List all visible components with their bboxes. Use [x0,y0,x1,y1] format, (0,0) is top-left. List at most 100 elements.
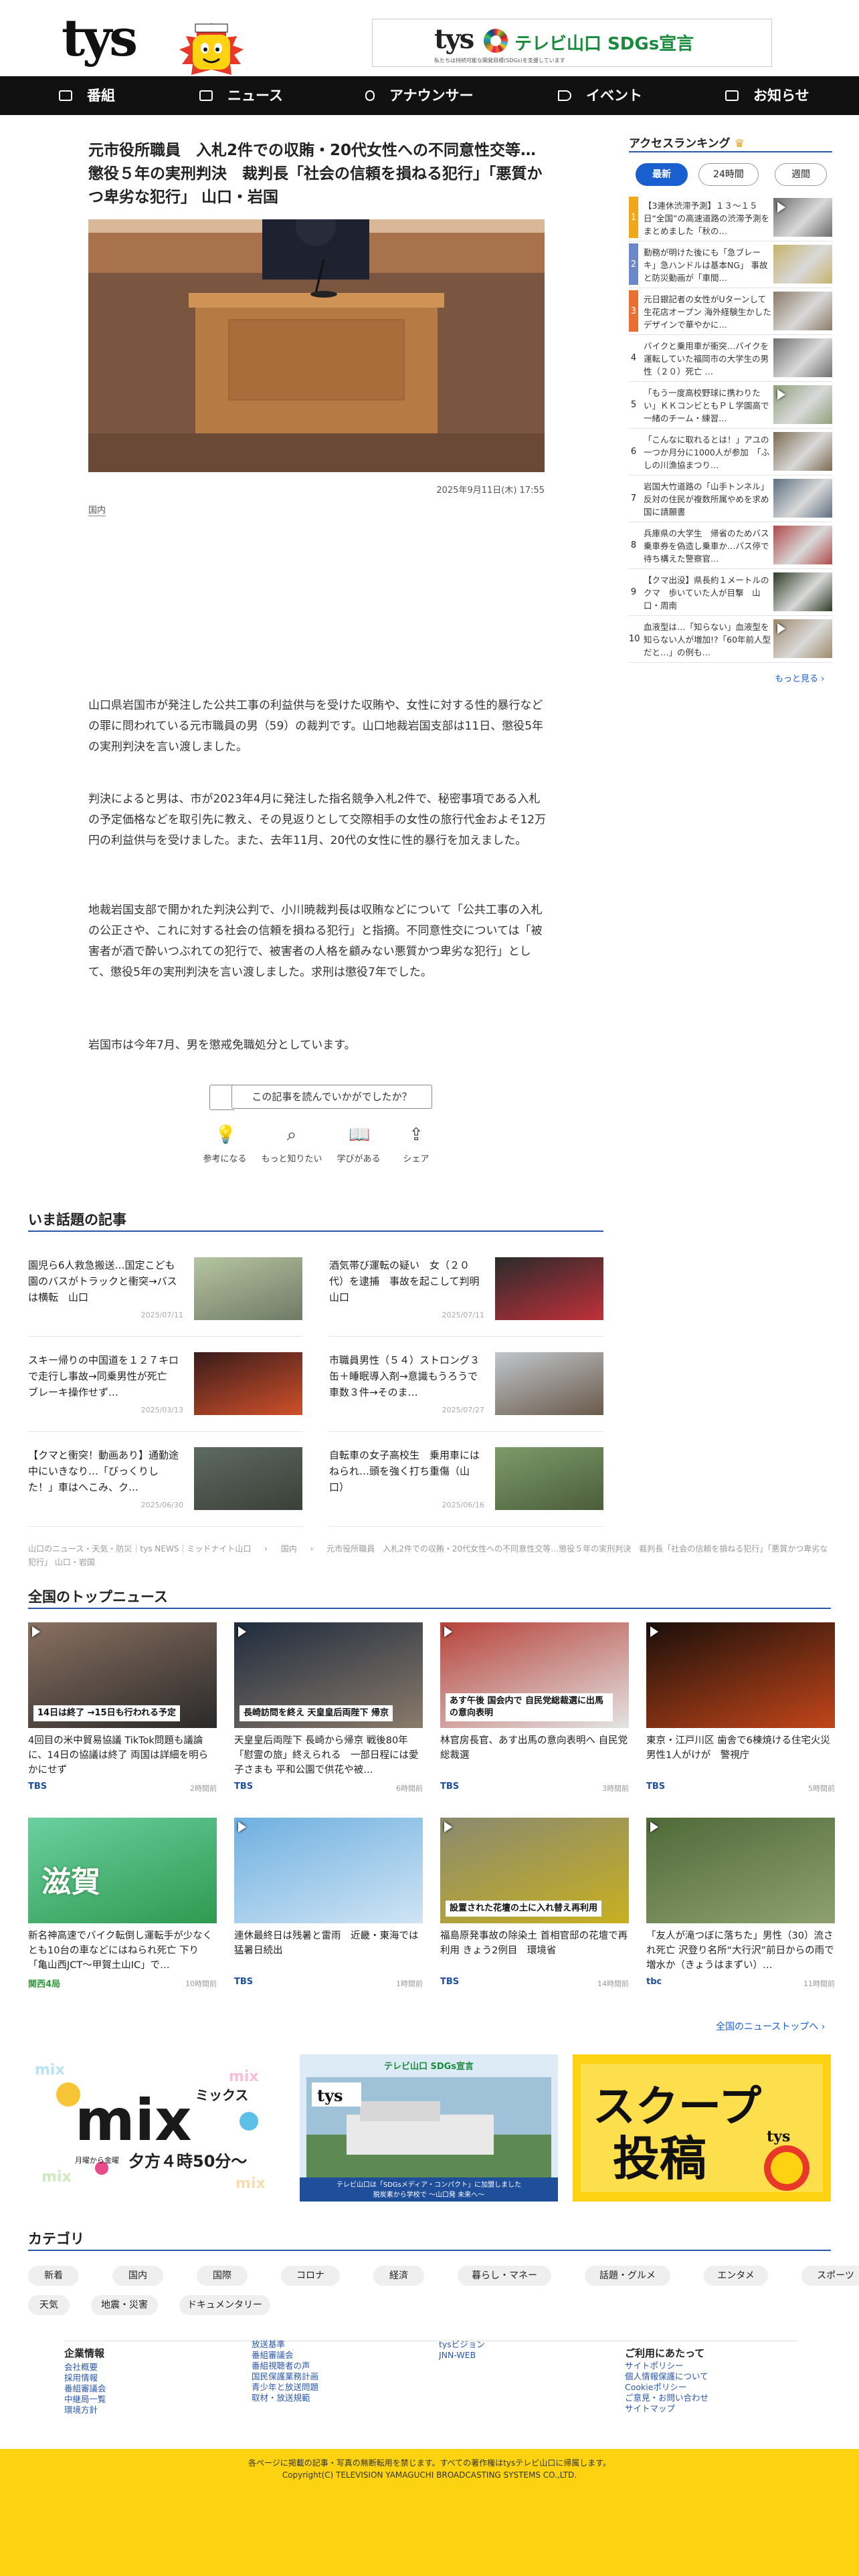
top-news-time: 6時間前 [396,1784,423,1793]
ranking-separator [629,334,832,335]
footer-link[interactable]: サイトポリシー [625,2361,684,2371]
hot-article-date: 2025/03/13 [140,1406,183,1414]
top-news-card[interactable]: 連休最終日は残暑と雷雨 近畿・東海では猛暑日続出 TBS 1時間前 [234,1818,423,2018]
top-news-card[interactable]: 長崎訪問を終え 天皇皇后両陛下 帰京 天皇皇后両陛下 長崎から帰京 戦後80年「慰… [234,1622,423,1823]
ranking-item[interactable]: 5 「もう一度高校野球に携わりたい」ＫＫコンビともＰＬ学園高で一緒のチーム・練習… [629,384,832,429]
ranking-item[interactable]: 7 岩国大竹道路の「山手トンネル」反対の住民が複数所属やめを求め国に請願書 [629,477,832,522]
footer-link[interactable]: サイトマップ [625,2403,675,2414]
footer-link[interactable]: 中継局一覧 [64,2394,106,2405]
category-chip[interactable]: エンタメ [704,2266,768,2286]
nav-item-announcers[interactable]: アナウンサー [365,76,474,115]
footer-link[interactable]: 採用情報 [64,2373,98,2383]
banner-sdgs[interactable]: テレビ山口 SDGs宣言 tys テレビ山口は「SDGsメディア・コンパクト」に… [300,2054,558,2202]
category-chip[interactable]: 話題・グルメ [585,2266,670,2286]
hot-article[interactable]: スキー帰りの中国道を１２７キロで走行し事故→同乗男性が死亡 ブレーキ操作せず… 2… [28,1352,302,1432]
top-news-source: TBS [440,1782,460,1792]
category-tag[interactable]: 国内 [88,503,106,516]
footer-link[interactable]: JNN-WEB [439,2350,476,2361]
ranking-item[interactable]: 2 勤務が明けた後にも「急ブレーキ」急ハンドルは基本NG」 事故と防災動画が「車間… [629,243,832,288]
category-chip[interactable]: 国際 [197,2266,248,2286]
top-news-more-link[interactable]: 全国のニューストップへ › [716,2020,825,2033]
top-news-card[interactable]: 14日は終了 →15日も行われる予定 4回目の米中貿易協議 TikTok問題も議論… [28,1622,217,1823]
mascot-lion-icon[interactable] [170,23,253,78]
hot-article-thumbnail [495,1257,603,1320]
ranking-number: 10 [629,634,640,644]
banner-mix[interactable]: mix mix mix mix mix ミックス 月曜から金曜 夕方４時50分～ [28,2054,286,2202]
nav-item-events[interactable]: イベント [558,76,642,115]
feedback-helpful-button[interactable]: 💡 参考になる [191,1125,258,1164]
ranking-thumbnail [773,572,832,611]
footer-link[interactable]: 環境方針 [64,2405,98,2416]
top-news-source: 関西4局 [28,1979,61,1990]
footer-notice: 各ページに掲載の記事・写真の無断転用を禁じます。すべての著作権はtysテレビ山口… [248,2458,611,2468]
ranking-tab-24h[interactable]: 24時間 [698,163,759,186]
footer-link[interactable]: 放送基準 [252,2339,285,2350]
feedback-label: シェア [403,1154,430,1164]
top-news-card[interactable]: 滋賀 新名神高速でバイク転倒し運転手が少なくとも10台の車などにはねられ死亡 下り… [28,1818,217,2018]
category-chip[interactable]: スポーツ [801,2266,859,2286]
category-chip[interactable]: 地震・災害 [91,2295,158,2315]
lightbulb-icon: 💡 [215,1125,237,1145]
article-paragraph: 判決によると男は、市が2023年4月に発注した指名競争入札2件で、秘密事項である… [88,792,547,847]
footer-link[interactable]: Cookieポリシー [625,2382,686,2393]
breadcrumb-category[interactable]: 国内 [281,1544,297,1553]
sdgs-tys-logo: tys [434,23,474,55]
footer-link[interactable]: 国民保護業務計画 [252,2371,318,2382]
breadcrumb-home[interactable]: 山口のニュース・天気・防災｜tys NEWS｜ミッドナイト山口 [28,1544,251,1553]
article-photo [88,219,545,472]
footer-link[interactable]: 会社概要 [64,2362,98,2373]
banner-sdgs-text: テレビ山口は「SDGsメディア・コンパクト」に加盟しました [337,2180,521,2189]
nav-item-notices[interactable]: お知らせ [725,76,809,115]
footer-link[interactable]: 番組審議会 [64,2383,106,2394]
ranking-number: 6 [630,447,637,457]
top-news-title: 新名神高速でバイク転倒し運転手が少なくとも10台の車などにはねられ死亡 下り「亀… [28,1931,213,1971]
top-news-card[interactable]: 設置された花壇の土に入れ替え再利用 福島原発事故の除染土 首相官邸の花壇で再利用 … [440,1818,629,2018]
category-chip[interactable]: 経済 [373,2266,424,2286]
category-chip[interactable]: 国内 [112,2266,163,2286]
category-chip[interactable]: 新着 [28,2266,79,2286]
share-button[interactable]: ⇪ シェア [383,1125,450,1164]
ranking-item[interactable]: 4 バイクと乗用車が衝突…バイクを運転していた福岡市の大学生の男性（２０）死亡 … [629,337,832,382]
ranking-tab-latest[interactable]: 最新 [636,163,688,186]
category-chip[interactable]: 暮らし・マネー [458,2266,551,2286]
hot-article[interactable]: 自転車の女子高校生 乗用車にはねられ…頭を強く打ち重傷（山口） 2025/06/1… [329,1447,603,1527]
category-chip[interactable]: ドキュメンタリー [179,2295,270,2315]
ranking-item[interactable]: 3 元日銀記者の女性がUターンして生花店オープン 海外経験生かしたデザインで華やか… [629,290,832,335]
top-news-card[interactable]: 東京・江戸川区 歯舎で6棟焼ける住宅火災 男性1人がけが 警視庁 TBS 5時間前 [646,1622,835,1823]
footer-link[interactable]: tysビジョン [439,2339,485,2350]
ranking-item[interactable]: 9 【クマ出没】県長約１メートルのクマ 歩いていた人が目撃 山口・周南 [629,571,832,616]
category-chip[interactable]: コロナ [281,2266,340,2286]
footer-link[interactable]: 個人情報保護について [625,2371,708,2382]
nav-item-programs[interactable]: 番組 [59,76,115,115]
hot-article[interactable]: 酒気帯び運転の疑い 女（２０代）を逮捕 事故を起こして判明 山口 2025/07/… [329,1257,603,1337]
ranking-item[interactable]: 8 兵庫県の大学生 帰省のためバス乗車券を偽造し乗車か…バス停で待ち構えた警察官… [629,524,832,569]
top-news-card[interactable]: 「友人が滝つぼに落ちた」男性（30）流され死亡 沢登り名所“大行沢”前日からの雨… [646,1818,835,2018]
top-news-card[interactable]: あす午後 国会内で 自民党総裁選に出馬の意向表明 林官房長官、あす出馬の意向表明へ… [440,1622,629,1823]
ranking-tab-weekly[interactable]: 週間 [775,163,827,186]
ranking-more-link[interactable]: もっと見る › [775,671,824,684]
ranking-item[interactable]: 1 【3連休渋滞予測】１３～１５日“全国”の高速道路の渋滞予測をまとめました「秋の… [629,197,832,241]
footer-link[interactable]: 番組視聴者の声 [252,2361,310,2371]
hot-article[interactable]: 【クマと衝突！動画あり】通勤途中にいきなり…「びっくりした！」車はへこみ、ク… 2… [28,1447,302,1527]
tys-logo[interactable]: tys [62,13,138,64]
nav-item-news[interactable]: ニュース [199,76,283,115]
ranking-item[interactable]: 6 「こんなに取れるとは！」アユの一つか月分に1000人が参加 「ふしの川漁協まつ… [629,431,832,475]
footer-link[interactable]: 番組審議会 [252,2350,294,2361]
hot-article-date: 2025/07/11 [140,1311,183,1319]
top-news-thumbnail: 長崎訪問を終え 天皇皇后両陛下 帰京 [234,1622,423,1728]
footer-link[interactable]: 取材・放送規範 [252,2393,310,2403]
category-chip[interactable]: 天気 [28,2295,70,2315]
sdgs-banner[interactable]: tys テレビ山口 SDGs宣言 私たちは持続可能な開発目標(SDGs)を支援し… [372,19,772,67]
footer-link[interactable]: ご意見・お問い合わせ [625,2393,708,2403]
hot-article[interactable]: 市職員男性（５４）ストロング３缶＋睡眠導入剤→意識もうろうで車数３件→そのま… 2… [329,1352,603,1432]
breadcrumb-separator: › [310,1544,314,1553]
ranking-item[interactable]: 10 血液型は…「知らない」血液型を知らない人が増加!?「60年前人型だと…」の例… [629,618,832,663]
breadcrumb-separator: › [264,1544,268,1553]
hot-article[interactable]: 園児ら6人救急搬送…国定こども園のバスがトラックと衝突→バスは横転 山口 2025… [28,1257,302,1337]
magnifier-icon: ⌕ [286,1125,297,1145]
feedback-more-button[interactable]: ⌕ もっと知りたい [258,1125,325,1164]
banner-scoop[interactable]: スクープ 投稿 tys [573,2054,831,2202]
footer-link[interactable]: 青少年と放送問題 [252,2382,318,2393]
feedback-learn-button[interactable]: 📖 学びがある [325,1125,392,1164]
banner-sdgs-logo: tys [317,2086,343,2105]
